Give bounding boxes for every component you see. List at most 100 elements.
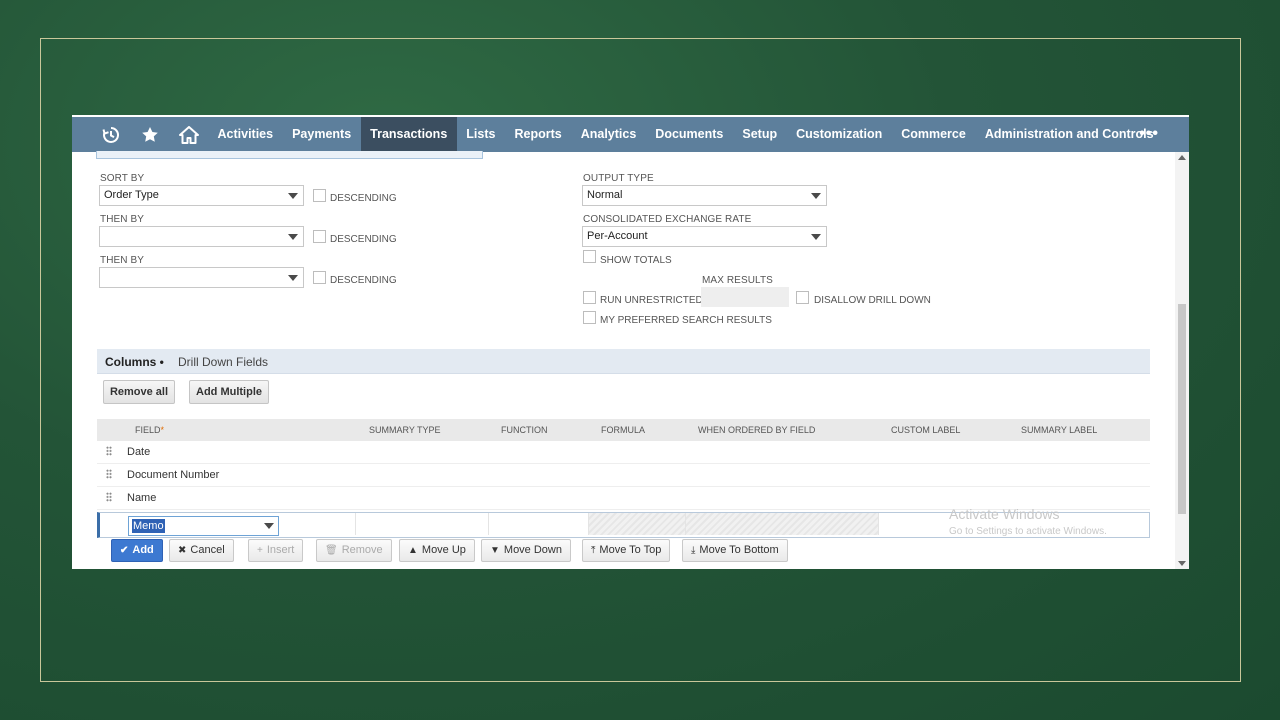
sort-by-label: SORT BY <box>100 173 145 184</box>
exchange-rate-value: Per-Account <box>587 230 648 242</box>
field-select[interactable]: Memo <box>128 516 279 536</box>
close-icon: ✖ <box>178 545 187 556</box>
output-type-value: Normal <box>587 189 623 201</box>
nav-payments[interactable]: Payments <box>283 117 361 152</box>
nav-commerce[interactable]: Commerce <box>892 117 976 152</box>
check-icon: ✔ <box>120 545 129 556</box>
sort-by-select[interactable]: Order Type <box>99 185 304 206</box>
drag-handle-icon[interactable] <box>106 469 112 479</box>
chevron-down-icon <box>811 234 821 240</box>
show-totals-checkbox[interactable] <box>583 250 596 263</box>
vertical-scrollbar[interactable] <box>1175 152 1189 569</box>
trash-icon: 🗑 <box>325 545 338 556</box>
move-up-label: Move Up <box>421 544 466 556</box>
tab-drill-down-fields[interactable]: Drill Down Fields <box>178 355 268 369</box>
remove-all-button[interactable]: Remove all <box>103 380 175 404</box>
when-ordered-cell <box>685 513 878 535</box>
nav-lists[interactable]: Lists <box>457 117 505 152</box>
subtab-bar: Columns • Drill Down Fields <box>97 349 1150 374</box>
nav-reports[interactable]: Reports <box>505 117 571 152</box>
main-nav: Activities Payments Transactions Lists R… <box>72 117 1189 152</box>
max-results-input[interactable] <box>701 287 789 307</box>
formula-cell <box>588 513 685 535</box>
preferred-results-checkbox[interactable] <box>583 311 596 324</box>
descending-checkbox-2[interactable] <box>313 230 326 243</box>
show-totals-label: SHOW TOTALS <box>600 255 672 266</box>
watermark-subtitle: Go to Settings to activate Windows. <box>949 526 1107 537</box>
header-when-ordered: WHEN ORDERED BY FIELD <box>698 425 816 435</box>
add-multiple-button[interactable]: Add Multiple <box>189 380 269 404</box>
move-to-bottom-button[interactable]: ⤓ Move To Bottom <box>682 539 788 562</box>
exchange-rate-label: CONSOLIDATED EXCHANGE RATE <box>583 214 752 225</box>
row-field: Document Number <box>127 469 220 481</box>
then-by-label-2: THEN BY <box>100 255 145 266</box>
nav-setup[interactable]: Setup <box>733 117 787 152</box>
exchange-rate-select[interactable]: Per-Account <box>582 226 827 247</box>
move-up-button[interactable]: ▲ Move Up <box>399 539 475 562</box>
remove-button[interactable]: 🗑 Remove <box>316 539 392 562</box>
move-to-top-button[interactable]: ⤒ Move To Top <box>582 539 671 562</box>
summary-type-cell[interactable] <box>355 513 488 535</box>
add-label: Add <box>132 544 154 556</box>
descending-checkbox-1[interactable] <box>313 189 326 202</box>
cancel-button[interactable]: ✖ Cancel <box>169 539 234 562</box>
cancel-label: Cancel <box>190 544 225 556</box>
header-formula: FORMULA <box>601 425 646 435</box>
header-summary-label: SUMMARY LABEL <box>1021 425 1098 435</box>
nav-administration[interactable]: Administration and Controls <box>975 117 1163 152</box>
remove-label: Remove <box>341 544 383 556</box>
then-by-label-1: THEN BY <box>100 214 145 225</box>
drag-handle-icon[interactable] <box>106 492 112 502</box>
nav-transactions[interactable]: Transactions <box>360 117 457 152</box>
star-icon[interactable] <box>130 117 169 152</box>
run-unrestricted-checkbox[interactable] <box>583 291 596 304</box>
disallow-drill-down-label: DISALLOW DRILL DOWN <box>814 295 931 306</box>
home-icon[interactable] <box>169 117 208 152</box>
insert-label: Insert <box>266 544 295 556</box>
descending-label-3: DESCENDING <box>330 275 397 286</box>
descending-checkbox-3[interactable] <box>313 271 326 284</box>
move-top-label: Move To Top <box>599 544 662 556</box>
preferred-results-label: MY PREFERRED SEARCH RESULTS <box>600 315 772 326</box>
function-cell[interactable] <box>488 513 588 535</box>
output-type-label: OUTPUT TYPE <box>583 173 654 184</box>
table-row[interactable]: Date <box>97 441 1150 464</box>
then-by-select-2[interactable] <box>99 267 304 288</box>
recent-records-icon[interactable] <box>91 117 130 152</box>
scroll-up-icon[interactable] <box>1178 155 1186 160</box>
field-select-value: Memo <box>132 519 165 533</box>
header-field: FIELD* <box>135 425 164 435</box>
move-down-button[interactable]: ▼ Move Down <box>481 539 571 562</box>
required-mark: * <box>160 425 165 435</box>
add-button[interactable]: ✔ Add <box>111 539 163 562</box>
tab-columns[interactable]: Columns • <box>105 355 164 369</box>
chevron-down-icon <box>288 234 298 240</box>
column-button-bar: Remove all Add Multiple <box>97 374 1150 411</box>
chevron-down-icon <box>264 523 274 529</box>
grid-header: FIELD* SUMMARY TYPE FUNCTION FORMULA WHE… <box>97 419 1150 441</box>
nav-documents[interactable]: Documents <box>646 117 733 152</box>
more-menu-icon[interactable]: ••• <box>1139 117 1159 152</box>
header-function: FUNCTION <box>501 425 548 435</box>
insert-button[interactable]: + Insert <box>248 539 304 562</box>
row-field: Date <box>127 446 151 458</box>
drag-handle-icon[interactable] <box>106 446 112 456</box>
disallow-drill-down-checkbox[interactable] <box>796 291 809 304</box>
header-custom-label: CUSTOM LABEL <box>891 425 961 435</box>
scroll-down-icon[interactable] <box>1178 561 1186 566</box>
then-by-select-1[interactable] <box>99 226 304 247</box>
run-unrestricted-label: RUN UNRESTRICTED <box>600 295 703 306</box>
move-bottom-label: Move To Bottom <box>699 544 779 556</box>
sort-by-value: Order Type <box>104 189 159 201</box>
scrollbar-thumb[interactable] <box>1178 304 1186 514</box>
plus-icon: + <box>257 545 263 556</box>
output-type-select[interactable]: Normal <box>582 185 827 206</box>
move-bottom-icon: ⤓ <box>691 545 696 556</box>
header-field-text: FIELD <box>135 425 161 435</box>
nav-analytics[interactable]: Analytics <box>571 117 646 152</box>
nav-customization[interactable]: Customization <box>787 117 892 152</box>
nav-activities[interactable]: Activities <box>208 117 283 152</box>
table-row[interactable]: Document Number <box>97 464 1150 487</box>
activate-windows-watermark: Activate Windows Go to Settings to activ… <box>949 506 1107 537</box>
chevron-down-icon <box>288 275 298 281</box>
